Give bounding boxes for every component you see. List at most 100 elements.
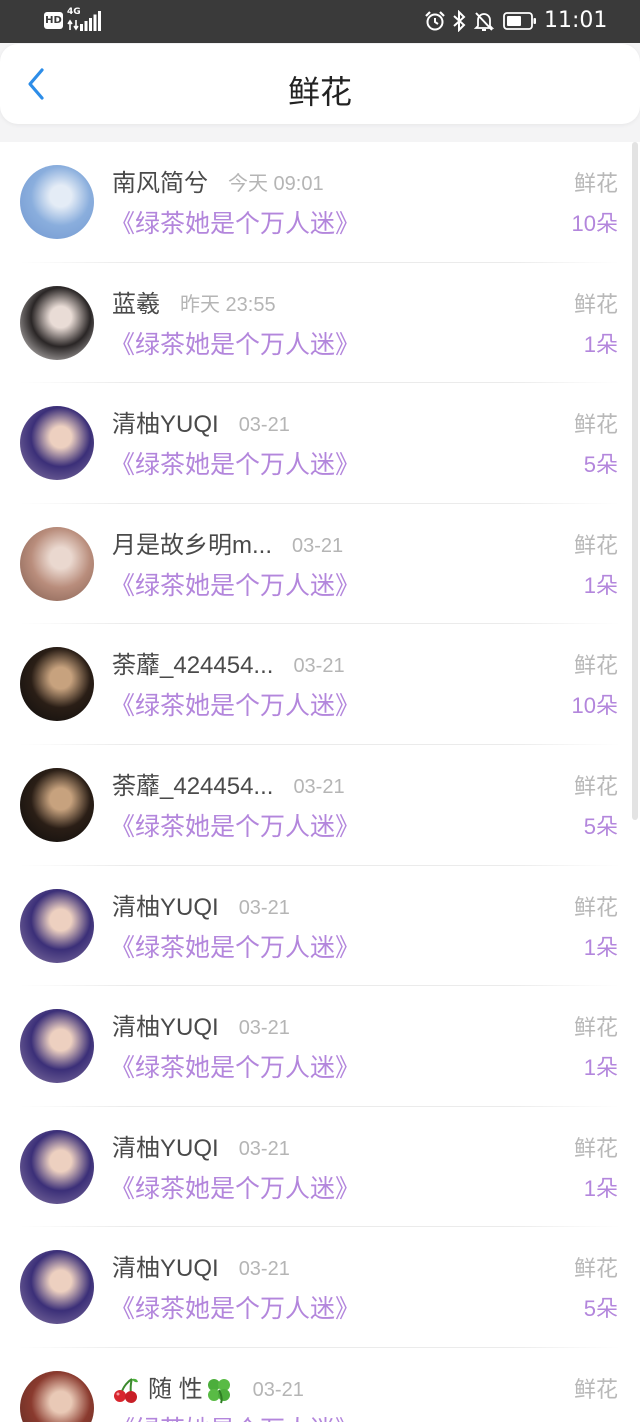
timestamp: 03-21 bbox=[238, 896, 290, 919]
timestamp: 03-21 bbox=[292, 534, 344, 557]
avatar[interactable] bbox=[20, 1250, 94, 1325]
hd-badge: HD bbox=[44, 12, 63, 29]
item-header-row: 清柚YUQI 03-21 bbox=[112, 409, 290, 441]
user-name[interactable]: 蓝羲 bbox=[112, 289, 160, 321]
book-title[interactable]: 《绿茶她是个万人迷》 bbox=[110, 1052, 360, 1084]
gift-type-label: 鲜花 bbox=[573, 1376, 618, 1402]
item-header-row: 清柚YUQI 03-21 bbox=[112, 1133, 290, 1165]
user-name[interactable]: 清柚YUQI bbox=[112, 892, 219, 924]
item-header-row: 清柚YUQI 03-21 bbox=[112, 892, 290, 924]
gift-type-label: 鲜花 bbox=[573, 1256, 618, 1282]
item-header-row: 清柚YUQI 03-21 bbox=[112, 1012, 290, 1044]
item-header-row: 随 性 03-21 bbox=[112, 1374, 304, 1406]
gift-count: 1朵 bbox=[583, 331, 618, 357]
user-name[interactable]: 月是故乡明m... bbox=[112, 530, 272, 562]
mute-bell-icon bbox=[473, 12, 495, 31]
gift-type-label: 鲜花 bbox=[573, 1135, 618, 1161]
avatar[interactable] bbox=[20, 1370, 94, 1422]
status-time: 11:01 bbox=[544, 8, 608, 33]
gift-list[interactable]: 南风简兮 今天 09:01 《绿茶她是个万人迷》 鲜花 10朵 蓝羲 昨天 23… bbox=[0, 142, 640, 1422]
timestamp: 昨天 23:55 bbox=[180, 293, 276, 316]
item-header-row: 月是故乡明m... 03-21 bbox=[112, 530, 343, 562]
user-name[interactable]: 荼蘼_424454... bbox=[112, 650, 273, 682]
book-title[interactable]: 《绿茶她是个万人迷》 bbox=[110, 932, 360, 964]
gift-type-label: 鲜花 bbox=[573, 291, 618, 317]
list-item[interactable]: 清柚YUQI 03-21 《绿茶她是个万人迷》 鲜花 1朵 bbox=[0, 986, 640, 1107]
timestamp: 03-21 bbox=[252, 1378, 304, 1401]
item-header-row: 荼蘼_424454... 03-21 bbox=[112, 771, 345, 803]
avatar[interactable] bbox=[20, 647, 94, 722]
scrollbar[interactable] bbox=[632, 142, 638, 820]
avatar[interactable] bbox=[20, 165, 94, 239]
book-title[interactable]: 《绿茶她是个万人迷》 bbox=[110, 570, 360, 602]
user-name[interactable]: 荼蘼_424454... bbox=[112, 771, 273, 803]
gift-count: 5朵 bbox=[583, 813, 618, 839]
timestamp: 03-21 bbox=[238, 1137, 290, 1160]
book-title[interactable]: 《绿茶她是个万人迷》 bbox=[110, 1414, 360, 1422]
timestamp: 今天 09:01 bbox=[228, 173, 324, 195]
avatar[interactable] bbox=[20, 285, 94, 360]
gift-count: 1朵 bbox=[583, 1055, 618, 1081]
timestamp: 03-21 bbox=[293, 655, 345, 678]
item-header-row: 荼蘼_424454... 03-21 bbox=[112, 650, 345, 682]
list-item[interactable]: 荼蘼_424454... 03-21 《绿茶她是个万人迷》 鲜花 5朵 bbox=[0, 745, 640, 866]
book-title[interactable]: 《绿茶她是个万人迷》 bbox=[110, 329, 360, 361]
user-name[interactable]: 南风简兮 bbox=[112, 168, 208, 200]
gift-count: 1朵 bbox=[583, 572, 618, 598]
four-leaf-clover-icon bbox=[207, 1378, 230, 1404]
gift-type-label: 鲜花 bbox=[573, 894, 618, 920]
status-bar: HD 4G 11:01 bbox=[0, 0, 640, 43]
user-name[interactable]: 清柚YUQI bbox=[112, 409, 219, 441]
gift-count: 5朵 bbox=[583, 452, 618, 478]
user-name[interactable]: 随 性 bbox=[148, 1374, 203, 1406]
avatar[interactable] bbox=[20, 888, 94, 963]
list-item[interactable]: 荼蘼_424454... 03-21 《绿茶她是个万人迷》 鲜花 10朵 bbox=[0, 624, 640, 745]
book-title[interactable]: 《绿茶她是个万人迷》 bbox=[110, 1293, 360, 1325]
bluetooth-icon bbox=[453, 10, 466, 32]
list-item[interactable]: 清柚YUQI 03-21 《绿茶她是个万人迷》 鲜花 1朵 bbox=[0, 866, 640, 987]
avatar[interactable] bbox=[20, 767, 94, 842]
list-item[interactable]: 南风简兮 今天 09:01 《绿茶她是个万人迷》 鲜花 10朵 bbox=[0, 142, 640, 263]
item-header-row: 清柚YUQI 03-21 bbox=[112, 1253, 290, 1285]
timestamp: 03-21 bbox=[238, 1258, 290, 1281]
signal-icon bbox=[80, 11, 101, 31]
list-item[interactable]: 清柚YUQI 03-21 《绿茶她是个万人迷》 鲜花 5朵 bbox=[0, 383, 640, 504]
gift-type-label: 鲜花 bbox=[573, 1015, 618, 1041]
user-name[interactable]: 清柚YUQI bbox=[112, 1253, 219, 1285]
gift-count: 1朵 bbox=[583, 934, 618, 960]
avatar[interactable] bbox=[20, 1129, 94, 1204]
gift-type-label: 鲜花 bbox=[573, 773, 618, 799]
battery-icon bbox=[503, 12, 536, 30]
book-title[interactable]: 《绿茶她是个万人迷》 bbox=[110, 449, 360, 481]
avatar[interactable] bbox=[20, 526, 94, 601]
gift-type-label: 鲜花 bbox=[573, 171, 618, 196]
list-item[interactable]: 清柚YUQI 03-21 《绿茶她是个万人迷》 鲜花 1朵 bbox=[0, 1107, 640, 1228]
gift-count: 5朵 bbox=[583, 1296, 618, 1322]
timestamp: 03-21 bbox=[238, 1017, 290, 1040]
top-bar: 鲜花 bbox=[0, 44, 640, 124]
list-item[interactable]: 蓝羲 昨天 23:55 《绿茶她是个万人迷》 鲜花 1朵 bbox=[0, 263, 640, 384]
gift-type-label: 鲜花 bbox=[573, 532, 618, 558]
gift-type-label: 鲜花 bbox=[573, 653, 618, 679]
list-item[interactable]: 随 性 03-21 《绿茶她是个万人迷》 鲜花 bbox=[0, 1348, 640, 1422]
book-title[interactable]: 《绿茶她是个万人迷》 bbox=[110, 690, 360, 722]
timestamp: 03-21 bbox=[238, 414, 290, 437]
gift-count: 10朵 bbox=[571, 211, 618, 236]
timestamp: 03-21 bbox=[293, 775, 345, 798]
alarm-icon bbox=[425, 11, 445, 31]
book-title[interactable]: 《绿茶她是个万人迷》 bbox=[110, 1173, 360, 1205]
page-title: 鲜花 bbox=[287, 74, 352, 110]
item-header-row: 南风简兮 今天 09:01 bbox=[112, 168, 324, 200]
avatar[interactable] bbox=[20, 406, 94, 481]
list-item[interactable]: 清柚YUQI 03-21 《绿茶她是个万人迷》 鲜花 5朵 bbox=[0, 1227, 640, 1348]
user-name[interactable]: 清柚YUQI bbox=[112, 1133, 219, 1165]
gift-count: 1朵 bbox=[583, 1175, 618, 1201]
gift-type-label: 鲜花 bbox=[573, 412, 618, 438]
list-item[interactable]: 月是故乡明m... 03-21 《绿茶她是个万人迷》 鲜花 1朵 bbox=[0, 504, 640, 625]
cherry-icon bbox=[114, 1378, 138, 1403]
book-title[interactable]: 《绿茶她是个万人迷》 bbox=[110, 811, 360, 843]
gift-count: 10朵 bbox=[571, 693, 618, 719]
avatar[interactable] bbox=[20, 1009, 94, 1084]
user-name[interactable]: 清柚YUQI bbox=[112, 1012, 219, 1044]
book-title[interactable]: 《绿茶她是个万人迷》 bbox=[110, 208, 360, 240]
